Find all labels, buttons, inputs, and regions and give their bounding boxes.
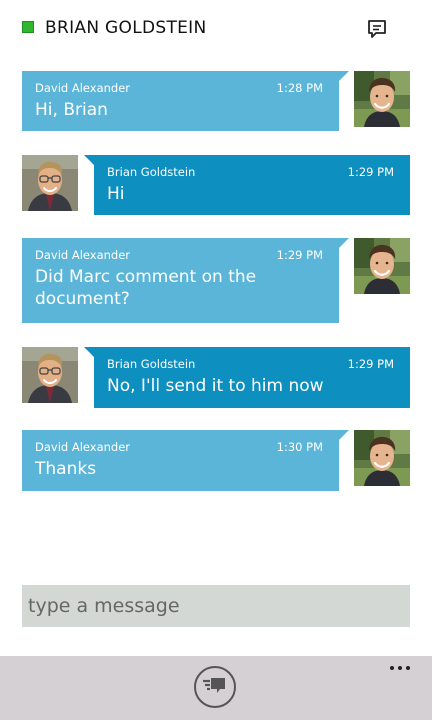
message-text: Hi <box>107 184 125 204</box>
message-time: 1:28 PM <box>276 81 323 95</box>
ellipsis-dot <box>406 666 410 670</box>
avatar[interactable] <box>354 71 410 127</box>
message-text: Hi, Brian <box>35 100 108 120</box>
ellipsis-dot <box>398 666 402 670</box>
app-bar <box>0 656 432 720</box>
avatar[interactable] <box>22 155 78 211</box>
message-item: Brian Goldstein 1:29 PM No, I'll send it… <box>0 347 432 408</box>
avatar[interactable] <box>354 430 410 486</box>
message-bubble: Brian Goldstein 1:29 PM Hi <box>94 155 410 215</box>
bubble-tail <box>84 155 94 165</box>
message-item: David Alexander 1:30 PM Thanks <box>0 430 432 491</box>
message-bubble: David Alexander 1:30 PM Thanks <box>22 430 339 491</box>
more-options-button[interactable] <box>386 660 416 676</box>
message-item: Brian Goldstein 1:29 PM Hi <box>0 155 432 215</box>
message-time: 1:29 PM <box>347 357 394 371</box>
bubble-tail <box>339 238 349 248</box>
message-text: Thanks <box>35 459 97 479</box>
ellipsis-dot <box>390 666 394 670</box>
message-item: David Alexander 1:28 PM Hi, Brian <box>0 71 432 131</box>
message-text: Did Marc comment on the document? <box>35 267 257 309</box>
message-time: 1:29 PM <box>276 248 323 262</box>
conversation-header: BRIAN GOLDSTEIN <box>0 0 432 58</box>
message-sender: Brian Goldstein <box>107 165 196 179</box>
send-message-icon <box>203 678 225 693</box>
message-text: No, I'll send it to him now <box>107 376 324 396</box>
avatar[interactable] <box>354 238 410 294</box>
contact-name: BRIAN GOLDSTEIN <box>45 18 207 38</box>
message-item: David Alexander 1:29 PM Did Marc comment… <box>0 238 432 323</box>
message-bubble: Brian Goldstein 1:29 PM No, I'll send it… <box>94 347 410 408</box>
bubble-tail <box>339 430 349 440</box>
chat-bubble-icon[interactable] <box>366 18 388 40</box>
avatar[interactable] <box>22 347 78 403</box>
message-sender: David Alexander <box>35 81 131 95</box>
message-time: 1:30 PM <box>276 440 323 454</box>
bubble-tail <box>84 347 94 357</box>
message-bubble: David Alexander 1:28 PM Hi, Brian <box>22 71 339 131</box>
message-input[interactable] <box>22 585 410 627</box>
message-sender: David Alexander <box>35 440 131 454</box>
message-sender: Brian Goldstein <box>107 357 196 371</box>
message-bubble: David Alexander 1:29 PM Did Marc comment… <box>22 238 339 323</box>
bubble-tail <box>339 71 349 81</box>
message-sender: David Alexander <box>35 248 131 262</box>
presence-indicator <box>22 21 34 33</box>
send-button[interactable] <box>194 666 236 708</box>
message-time: 1:29 PM <box>347 165 394 179</box>
